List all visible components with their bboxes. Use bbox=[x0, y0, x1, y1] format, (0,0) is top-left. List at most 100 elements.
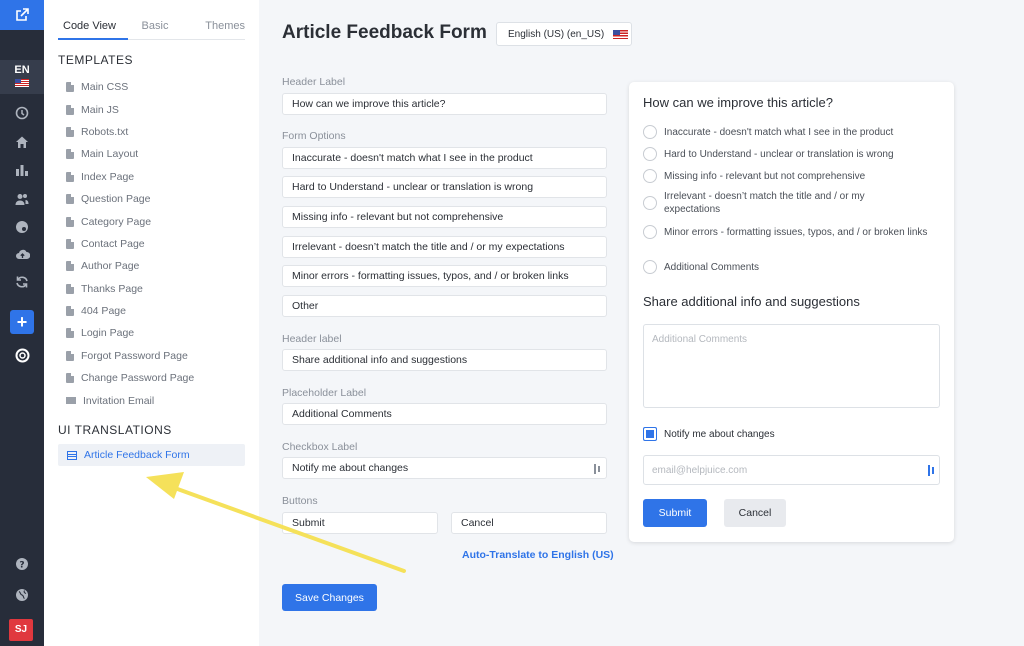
form-option-input[interactable]: Hard to Understand - unclear or translat… bbox=[282, 176, 607, 198]
us-flag-icon bbox=[613, 29, 629, 39]
checkbox-label-input[interactable]: Notify me about changes bbox=[282, 457, 607, 479]
preview-option-label: Hard to Understand - unclear or translat… bbox=[664, 148, 894, 160]
refresh-icon[interactable] bbox=[0, 271, 44, 293]
template-item[interactable]: Thanks Page bbox=[66, 278, 194, 300]
file-icon bbox=[66, 126, 74, 137]
header-label-input[interactable]: How can we improve this article? bbox=[282, 93, 607, 115]
radio-button[interactable] bbox=[643, 169, 657, 183]
template-label: Change Password Page bbox=[81, 372, 195, 385]
bar-chart-icon[interactable] bbox=[0, 159, 44, 181]
preview-option[interactable]: Minor errors - formatting issues, typos,… bbox=[643, 225, 933, 239]
tab-themes[interactable]: Themes bbox=[182, 14, 245, 40]
template-item[interactable]: Question Page bbox=[66, 188, 194, 210]
form-option-input[interactable]: Missing info - relevant but not comprehe… bbox=[282, 206, 607, 228]
plus-icon[interactable]: + bbox=[10, 310, 34, 334]
template-item[interactable]: Change Password Page bbox=[66, 367, 194, 389]
template-item[interactable]: Login Page bbox=[66, 322, 194, 344]
preview-submit-button[interactable]: Submit bbox=[643, 499, 707, 527]
page-title: Article Feedback Form bbox=[282, 22, 487, 43]
submit-label-input[interactable]: Submit bbox=[282, 512, 438, 534]
radio-button[interactable] bbox=[643, 196, 657, 210]
template-item[interactable]: Robots.txt bbox=[66, 121, 194, 143]
radio-button[interactable] bbox=[643, 260, 657, 274]
language-switcher[interactable]: EN bbox=[0, 60, 44, 94]
preview-option-label: Irrelevant - doesn’t match the title and… bbox=[664, 191, 865, 215]
file-icon bbox=[66, 283, 74, 294]
language-select[interactable]: English (US) (en_US) bbox=[496, 22, 632, 46]
form-option-input[interactable]: Minor errors - formatting issues, typos,… bbox=[282, 265, 607, 287]
palette-icon[interactable] bbox=[0, 216, 44, 238]
template-item[interactable]: Main CSS bbox=[66, 76, 194, 98]
preview-option[interactable]: Additional Comments bbox=[643, 260, 943, 274]
user-avatar[interactable]: SJ bbox=[9, 619, 33, 641]
template-item[interactable]: Main Layout bbox=[66, 143, 194, 165]
comments-textarea[interactable]: Additional Comments bbox=[643, 324, 940, 408]
template-label: Author Page bbox=[81, 260, 140, 273]
template-label: Login Page bbox=[81, 327, 135, 340]
notify-checkbox-label: Notify me about changes bbox=[664, 428, 775, 440]
form-option-input[interactable]: Inaccurate - doesn't match what I see in… bbox=[282, 147, 607, 169]
template-item[interactable]: Invitation Email bbox=[66, 389, 194, 411]
header-label2-input[interactable]: Share additional info and suggestions bbox=[282, 349, 607, 371]
preview-cancel-button[interactable]: Cancel bbox=[724, 499, 786, 527]
file-icon bbox=[66, 216, 74, 227]
file-icon bbox=[66, 104, 74, 115]
form-options-caption: Form Options bbox=[282, 130, 346, 142]
form-option-input[interactable]: Other bbox=[282, 295, 607, 317]
template-label: Category Page bbox=[81, 215, 152, 228]
preview-option-label: Missing info - relevant but not comprehe… bbox=[664, 170, 866, 182]
notify-checkbox[interactable] bbox=[643, 427, 657, 441]
template-label: Index Page bbox=[81, 170, 135, 183]
home-icon[interactable] bbox=[0, 131, 44, 153]
lifebuoy-icon[interactable] bbox=[0, 344, 44, 366]
template-item[interactable]: Author Page bbox=[66, 255, 194, 277]
preview-option[interactable]: Inaccurate - doesn't match what I see in… bbox=[643, 125, 943, 139]
preview-option[interactable]: Hard to Understand - unclear or translat… bbox=[643, 147, 943, 161]
template-label: 404 Page bbox=[81, 305, 126, 318]
template-item[interactable]: Index Page bbox=[66, 166, 194, 188]
auto-translate-link[interactable]: Auto-Translate to English (US) bbox=[462, 549, 614, 561]
tab-basic[interactable]: Basic bbox=[128, 14, 182, 40]
preview-option[interactable]: Missing info - relevant but not comprehe… bbox=[643, 169, 943, 183]
file-icon bbox=[66, 306, 74, 317]
file-icon bbox=[66, 350, 74, 361]
template-label: Main JS bbox=[81, 103, 119, 116]
radio-button[interactable] bbox=[643, 225, 657, 239]
icon-rail: EN + ? SJ bbox=[0, 0, 44, 646]
template-label: Contact Page bbox=[81, 237, 145, 250]
cancel-label-input[interactable]: Cancel bbox=[451, 512, 607, 534]
template-item[interactable]: Category Page bbox=[66, 210, 194, 232]
file-icon bbox=[66, 261, 74, 272]
placeholder-label-caption: Placeholder Label bbox=[282, 387, 367, 399]
translations-heading: UI TRANSLATIONS bbox=[58, 423, 172, 437]
globe-icon[interactable] bbox=[0, 584, 44, 606]
template-item[interactable]: 404 Page bbox=[66, 300, 194, 322]
template-item[interactable]: Contact Page bbox=[66, 233, 194, 255]
radio-button[interactable] bbox=[643, 147, 657, 161]
save-changes-button[interactable]: Save Changes bbox=[282, 584, 377, 611]
history-icon[interactable] bbox=[0, 102, 44, 124]
form-option-input[interactable]: Irrelevant - doesn’t match the title and… bbox=[282, 236, 607, 258]
tab-code-view[interactable]: Code View bbox=[58, 14, 128, 40]
cloud-upload-icon[interactable] bbox=[0, 243, 44, 265]
placeholder-label-input[interactable]: Additional Comments bbox=[282, 403, 607, 425]
email-input[interactable]: email@helpjuice.com bbox=[643, 455, 940, 485]
file-icon bbox=[66, 328, 74, 339]
templates-heading: TEMPLATES bbox=[58, 53, 133, 67]
users-icon[interactable] bbox=[0, 188, 44, 210]
template-label: Main CSS bbox=[81, 81, 129, 94]
template-item[interactable]: Forgot Password Page bbox=[66, 345, 194, 367]
translation-item-article-feedback-form[interactable]: Article Feedback Form bbox=[58, 444, 245, 466]
password-manager-icon bbox=[594, 464, 600, 474]
notify-checkbox-row[interactable]: Notify me about changes bbox=[643, 427, 775, 441]
form-preview-card: How can we improve this article? Inaccur… bbox=[629, 82, 954, 542]
preview-option[interactable]: Irrelevant - doesn’t match the title and… bbox=[643, 190, 898, 216]
preview-option-label: Minor errors - formatting issues, typos,… bbox=[664, 226, 928, 238]
checkbox-label-value: Notify me about changes bbox=[292, 462, 409, 474]
translation-item-label: Article Feedback Form bbox=[84, 449, 190, 461]
file-icon bbox=[66, 373, 74, 384]
external-link-icon[interactable] bbox=[0, 0, 44, 30]
radio-button[interactable] bbox=[643, 125, 657, 139]
help-icon[interactable]: ? bbox=[0, 553, 44, 575]
template-item[interactable]: Main JS bbox=[66, 98, 194, 120]
